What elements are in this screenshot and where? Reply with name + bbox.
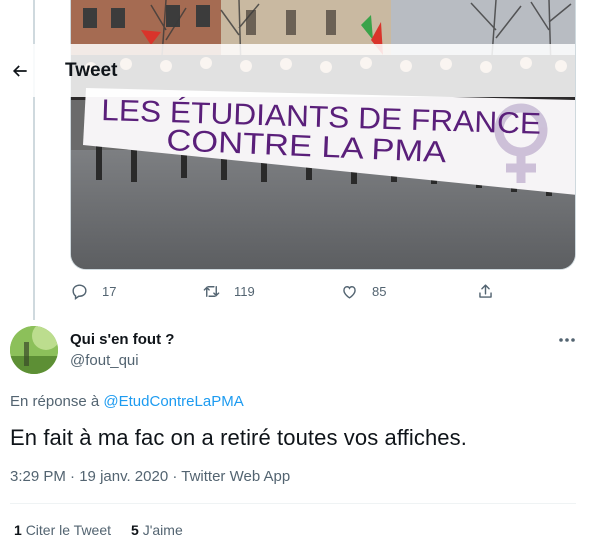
share-button[interactable]	[476, 282, 495, 301]
tweet-stats: 1 Citer le Tweet 5 J'aime	[14, 522, 203, 538]
quote-label: Citer le Tweet	[25, 522, 112, 538]
like-icon	[343, 286, 356, 299]
quote-tweets-stat[interactable]: 1 Citer le Tweet	[14, 522, 111, 538]
top-header: Tweet	[0, 44, 575, 97]
reply-prefix: En réponse à	[10, 393, 104, 410]
tweet-photo[interactable]: LES ÉTUDIANTS DE FRANCE CONTRE LA PMA	[70, 0, 576, 270]
retweet-icon	[203, 285, 220, 298]
meta-separator: ·	[65, 468, 80, 485]
retweet-button[interactable]: 119	[202, 282, 255, 301]
tweet-source-link[interactable]: Twitter Web App	[181, 468, 290, 485]
back-button[interactable]	[0, 51, 40, 91]
tweet-time-link[interactable]: 3:29 PM · 19 janv. 2020	[10, 468, 168, 485]
page-title: Tweet	[65, 59, 118, 81]
avatar[interactable]	[10, 326, 58, 374]
reply-icon	[72, 284, 87, 301]
like-button[interactable]: 85	[340, 282, 386, 301]
protest-photo-illustration: LES ÉTUDIANTS DE FRANCE CONTRE LA PMA	[71, 0, 575, 269]
parent-tweet-actions: 17 119 85	[70, 282, 510, 306]
likes-stat[interactable]: 5 J'aime	[131, 522, 183, 538]
tweet-time: 3:29 PM	[10, 468, 66, 485]
reply-button[interactable]: 17	[70, 282, 116, 301]
quote-count: 1	[14, 522, 22, 538]
tweet-text: En fait à ma fac on a retiré toutes vos …	[10, 425, 467, 450]
reply-count: 17	[102, 284, 117, 299]
avatar-image	[10, 326, 58, 374]
author-name[interactable]: Qui s'en fout ?	[70, 331, 174, 348]
share-icon	[479, 284, 492, 298]
more-options-button[interactable]	[556, 330, 578, 350]
meta-separator: ·	[168, 468, 182, 485]
tweet-date: 19 janv. 2020	[79, 468, 169, 485]
author-handle[interactable]: @fout_qui	[70, 352, 139, 369]
like-count: 85	[372, 284, 387, 299]
likes-label: J'aime	[142, 522, 183, 538]
reply-context: En réponse à @EtudContreLaPMA	[10, 393, 244, 410]
likes-count: 5	[131, 522, 139, 538]
tweet-metadata: 3:29 PM · 19 janv. 2020 · Twitter Web Ap…	[10, 468, 290, 485]
divider	[10, 503, 576, 504]
more-icon	[559, 338, 575, 342]
retweet-count: 119	[234, 284, 255, 299]
reply-to-handle-link[interactable]: @EtudContreLaPMA	[103, 393, 243, 410]
arrow-left-icon	[12, 64, 27, 77]
